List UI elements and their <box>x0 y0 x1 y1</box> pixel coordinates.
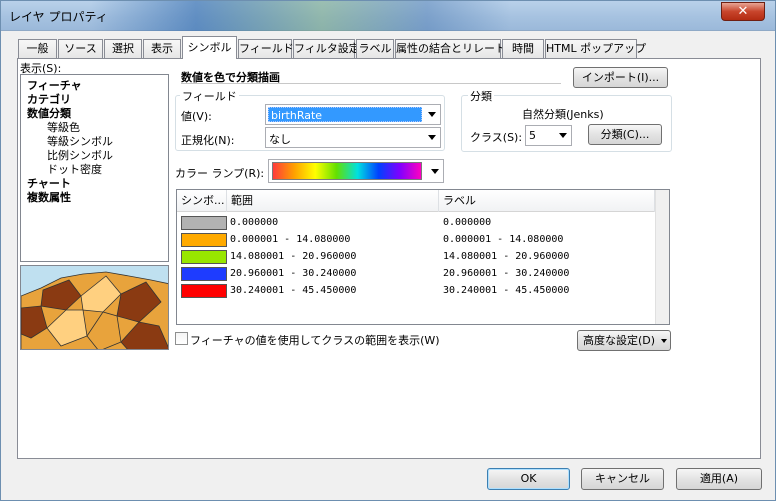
symbol-swatch[interactable] <box>181 267 227 281</box>
table-row[interactable]: 0.000001 - 14.080000 0.000001 - 14.080000 <box>177 232 655 249</box>
classes-select[interactable]: 5 <box>525 125 572 146</box>
classification-group-title: 分類 <box>468 88 494 104</box>
label-cell[interactable]: 0.000001 - 14.080000 <box>443 234 563 245</box>
range-cell[interactable]: 0.000001 - 14.080000 <box>230 234 350 245</box>
color-ramp-preview <box>272 162 422 180</box>
fields-group-title: フィールド <box>180 88 239 104</box>
tab-9[interactable]: 時間 <box>502 39 544 58</box>
class-table[interactable]: シンボ... 範囲 ラベル 0.000000 0.000000 0.000001 -… <box>176 189 670 325</box>
import-button[interactable]: インポート(I)... <box>573 67 668 88</box>
preview-map-image <box>21 266 168 349</box>
tab-5[interactable]: フィールド <box>238 39 294 58</box>
label-cell[interactable]: 30.240001 - 45.450000 <box>443 285 569 296</box>
symbology-panel: 表示(S): フィーチャ カテゴリ 数値分類 等級色 等級シンボル 比例シンボル ドット密度… <box>17 58 761 459</box>
tree-item[interactable]: 複数属性 <box>27 189 71 205</box>
range-cell[interactable]: 30.240001 - 45.450000 <box>230 285 356 296</box>
label-cell[interactable]: 14.080001 - 20.960000 <box>443 251 569 262</box>
layer-properties-dialog: レイヤ プロパティ ✕ 一般 ソース 選択 表示 シンボル フィールド フィルタ設定 ラベル属… <box>0 0 776 501</box>
normalize-selected: なし <box>269 133 291 146</box>
classify-button[interactable]: 分類(C)... <box>588 124 662 145</box>
table-row[interactable]: 14.080001 - 20.960000 14.080001 - 20.9600… <box>177 249 655 266</box>
title-bar[interactable]: レイヤ プロパティ ✕ <box>1 1 775 31</box>
show-class-ranges-checkbox[interactable] <box>175 332 188 345</box>
heading-divider <box>181 83 561 84</box>
value-field-label: 値(V): <box>181 110 212 123</box>
table-row[interactable]: 0.000000 0.000000 <box>177 215 655 232</box>
preview-map <box>20 265 169 350</box>
chevron-down-icon <box>428 112 436 117</box>
ok-button[interactable]: OK <box>487 468 570 490</box>
normalize-label: 正規化(N): <box>181 134 235 147</box>
classes-label: クラス(S): <box>470 131 523 144</box>
label-cell[interactable]: 0.000000 <box>443 217 491 228</box>
range-cell[interactable]: 14.080001 - 20.960000 <box>230 251 356 262</box>
window-title: レイヤ プロパティ <box>9 10 108 24</box>
tab-2[interactable]: 選択 <box>104 39 142 58</box>
tab-6[interactable]: フィルタ設定 <box>293 39 360 58</box>
symbol-swatch[interactable] <box>181 216 227 230</box>
column-header-symbol[interactable]: シンボ... <box>177 190 227 212</box>
value-field-select[interactable]: birthRate <box>265 104 441 125</box>
color-ramp-label: カラー ランプ(R): <box>175 167 265 180</box>
symbol-swatch[interactable] <box>181 233 227 247</box>
tab-1[interactable]: ソース <box>58 39 103 58</box>
tab-7[interactable]: ラベル <box>356 39 394 58</box>
chevron-down-icon <box>431 169 439 174</box>
renderer-tree[interactable]: フィーチャ カテゴリ 数値分類 等級色 等級シンボル 比例シンボル ドット密度 チャート 複数属… <box>20 74 169 262</box>
chevron-down-icon <box>661 339 667 343</box>
show-class-ranges-label: フィーチャの値を使用してクラスの範囲を表示(W) <box>190 334 440 347</box>
classification-method: 自然分類(Jenks) <box>522 108 604 121</box>
tab-0[interactable]: 一般 <box>18 39 57 58</box>
tab-3[interactable]: 表示 <box>143 39 181 58</box>
chevron-down-icon <box>559 133 567 138</box>
label-cell[interactable]: 20.960001 - 30.240000 <box>443 268 569 279</box>
table-row[interactable]: 20.960001 - 30.240000 20.960001 - 30.2400… <box>177 266 655 283</box>
range-cell[interactable]: 20.960001 - 30.240000 <box>230 268 356 279</box>
advanced-settings-label: 高度な設定(D) <box>582 334 656 347</box>
symbol-swatch[interactable] <box>181 284 227 298</box>
table-row[interactable]: 30.240001 - 45.450000 30.240001 - 45.4500… <box>177 283 655 300</box>
class-table-header: シンボ... 範囲 ラベル <box>177 190 669 212</box>
title-bar-decoration <box>91 1 511 31</box>
value-field-selected: birthRate <box>268 107 422 122</box>
cancel-button[interactable]: キャンセル <box>581 468 664 490</box>
close-button[interactable]: ✕ <box>721 2 765 21</box>
advanced-settings-button[interactable]: 高度な設定(D) <box>577 330 671 351</box>
normalize-select[interactable]: なし <box>265 127 441 148</box>
range-cell[interactable]: 0.000000 <box>230 217 278 228</box>
chevron-down-icon <box>428 135 436 140</box>
vertical-scrollbar[interactable] <box>655 190 669 324</box>
column-header-label[interactable]: ラベル <box>439 190 655 212</box>
tab-8[interactable]: 属性の結合とリレート <box>395 39 506 58</box>
color-ramp-select[interactable] <box>268 159 444 183</box>
tab-4[interactable]: シンボル <box>182 36 237 59</box>
tab-10[interactable]: HTML ポップアップ <box>545 39 646 58</box>
apply-button[interactable]: 適用(A) <box>676 468 762 490</box>
classes-selected: 5 <box>529 129 536 142</box>
symbol-swatch[interactable] <box>181 250 227 264</box>
column-header-range[interactable]: 範囲 <box>227 190 439 212</box>
